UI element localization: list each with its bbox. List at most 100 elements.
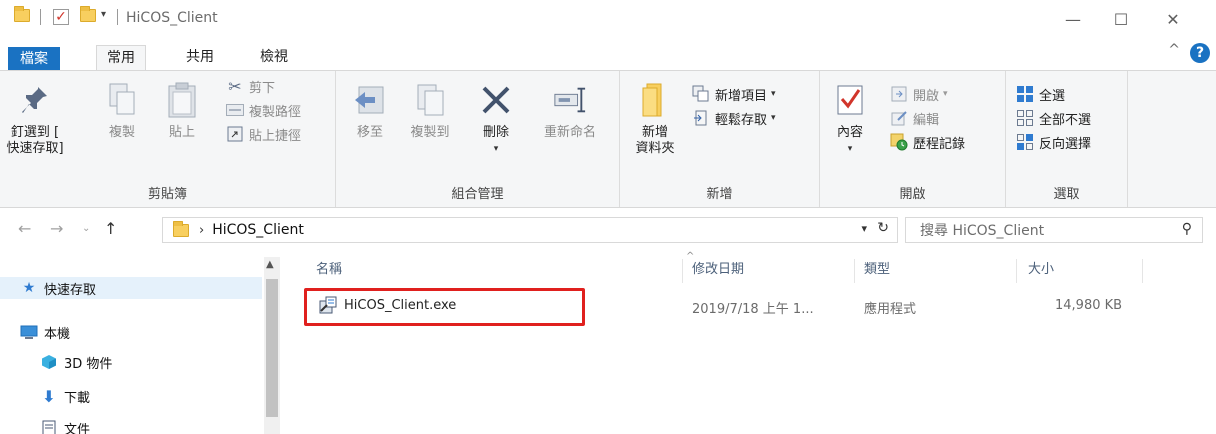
column-header-type[interactable]: 類型 bbox=[864, 257, 890, 283]
highlight-box bbox=[304, 288, 585, 326]
copy-path-button[interactable]: 複製路徑 bbox=[226, 99, 301, 121]
quick-access-dropdown-icon[interactable]: ▾ bbox=[101, 9, 106, 20]
recent-locations-chevron-icon[interactable]: ⌄ bbox=[82, 223, 90, 234]
ribbon: 釘選到 [ 快速存取] 複製 貼上 ✂ 剪下 複製路徑 貼上捷徑 剪貼簿 移至 … bbox=[0, 70, 1216, 208]
collapse-ribbon-icon[interactable]: ^ bbox=[1168, 42, 1180, 58]
copy-button[interactable]: 複製 bbox=[100, 81, 144, 141]
copy-to-icon bbox=[413, 81, 447, 119]
paste-shortcut-icon bbox=[226, 125, 244, 143]
properties-quick-icon[interactable]: ✓ bbox=[53, 9, 69, 25]
nav-item-downloads[interactable]: ⬇ 下載 bbox=[40, 385, 90, 407]
properties-button[interactable]: 內容 ▾ bbox=[828, 81, 872, 157]
open-group: 內容 ▾ 開啟 ▾ 編輯 歷程記錄 開啟 bbox=[820, 71, 1006, 207]
paste-label: 貼上 bbox=[168, 125, 195, 140]
folder-icon bbox=[173, 220, 189, 237]
easy-access-label: 輕鬆存取 bbox=[715, 112, 768, 128]
nav-item-3d-objects[interactable]: 3D 物件 bbox=[40, 351, 112, 373]
paste-button[interactable]: 貼上 bbox=[160, 81, 204, 141]
column-header-size[interactable]: 大小 bbox=[1028, 257, 1054, 283]
nav-item-label: 快速存取 bbox=[44, 282, 97, 298]
refresh-icon[interactable]: ↻ bbox=[877, 220, 889, 236]
cut-label: 剪下 bbox=[249, 80, 276, 96]
search-input[interactable]: 搜尋 HiCOS_Client ⚲ bbox=[905, 217, 1203, 243]
tab-share[interactable]: 共用 bbox=[176, 45, 224, 70]
breadcrumb-path[interactable]: HiCOS_Client bbox=[212, 222, 304, 238]
pin-label-line1: 釘選到 [ bbox=[10, 125, 60, 140]
organize-group: 移至 複製到 刪除 ▾ 重新命名 組合管理 bbox=[336, 71, 620, 207]
close-button[interactable]: ✕ bbox=[1150, 4, 1196, 34]
minimize-button[interactable]: — bbox=[1050, 4, 1096, 34]
maximize-button[interactable]: ☐ bbox=[1098, 4, 1144, 34]
cube-icon bbox=[40, 354, 58, 370]
new-item-button[interactable]: 新增項目 ▾ bbox=[692, 83, 776, 105]
nav-item-documents[interactable]: 文件 bbox=[40, 417, 90, 434]
new-folder-button[interactable]: 新增 資料夾 bbox=[630, 81, 680, 157]
column-separator[interactable] bbox=[1142, 259, 1143, 283]
column-separator[interactable] bbox=[854, 259, 855, 283]
tab-home[interactable]: 常用 bbox=[96, 45, 146, 71]
cut-button[interactable]: ✂ 剪下 bbox=[226, 75, 275, 97]
new-folder-quick-icon[interactable] bbox=[80, 6, 96, 22]
edit-label: 編輯 bbox=[913, 112, 940, 128]
scroll-up-icon[interactable]: ▲ bbox=[266, 259, 274, 270]
paste-icon bbox=[165, 81, 199, 119]
paste-shortcut-button[interactable]: 貼上捷徑 bbox=[226, 123, 301, 145]
breadcrumb-chevron-icon[interactable]: › bbox=[199, 223, 204, 238]
pin-icon bbox=[18, 81, 52, 119]
easy-access-icon bbox=[692, 109, 710, 127]
window-title: HiCOS_Client bbox=[126, 10, 218, 26]
document-icon bbox=[40, 420, 58, 434]
nav-item-label: 3D 物件 bbox=[64, 356, 113, 372]
delete-x-icon bbox=[479, 81, 513, 119]
new-group: 新增 資料夾 新增項目 ▾ 輕鬆存取 ▾ 新增 bbox=[620, 71, 820, 207]
edit-button[interactable]: 編輯 bbox=[890, 107, 939, 129]
column-header-name[interactable]: 名稱 bbox=[316, 257, 342, 283]
history-button[interactable]: 歷程記錄 bbox=[890, 131, 965, 153]
back-arrow-icon[interactable]: ← bbox=[18, 219, 31, 238]
invert-selection-button[interactable]: 反向選擇 bbox=[1016, 131, 1091, 153]
address-field[interactable]: › HiCOS_Client ▾ ↻ bbox=[162, 217, 898, 243]
nav-item-this-pc[interactable]: 本機 bbox=[20, 321, 70, 343]
file-list: 名稱 ^ 修改日期 類型 大小 HiCOS_Client.exe 2019/7/… bbox=[286, 249, 1216, 434]
copy-to-button[interactable]: 複製到 bbox=[402, 81, 458, 141]
history-label: 歷程記錄 bbox=[913, 136, 966, 152]
copy-icon bbox=[105, 81, 139, 119]
open-group-label: 開啟 bbox=[899, 187, 926, 202]
move-to-button[interactable]: 移至 bbox=[348, 81, 392, 141]
separator bbox=[40, 9, 41, 25]
address-dropdown-icon[interactable]: ▾ bbox=[861, 222, 867, 235]
pin-quick-access-button[interactable]: 釘選到 [ 快速存取] bbox=[6, 81, 64, 157]
forward-arrow-icon[interactable]: → bbox=[50, 219, 63, 238]
nav-item-quick-access[interactable]: ★ 快速存取 bbox=[0, 277, 262, 299]
help-icon[interactable]: ? bbox=[1190, 43, 1210, 63]
select-none-button[interactable]: 全部不選 bbox=[1016, 107, 1091, 129]
rename-button[interactable]: 重新命名 bbox=[532, 81, 608, 141]
clipboard-group-label: 剪貼簿 bbox=[147, 187, 187, 202]
invert-selection-icon bbox=[1016, 133, 1034, 151]
tab-view[interactable]: 檢視 bbox=[250, 45, 298, 70]
computer-icon bbox=[20, 324, 38, 340]
nav-scrollbar[interactable]: ▲ bbox=[264, 257, 280, 434]
up-arrow-icon[interactable]: ↑ bbox=[104, 219, 117, 238]
easy-access-button[interactable]: 輕鬆存取 ▾ bbox=[692, 107, 776, 129]
column-header-date[interactable]: 修改日期 bbox=[692, 257, 744, 283]
column-separator[interactable] bbox=[682, 259, 683, 283]
select-all-label: 全選 bbox=[1039, 88, 1066, 104]
tab-file[interactable]: 檔案 bbox=[8, 47, 60, 70]
new-folder-label-line1: 新增 bbox=[641, 125, 668, 140]
file-date: 2019/7/18 上午 1... bbox=[692, 302, 814, 317]
ribbon-tabs: 檔案 常用 共用 檢視 bbox=[0, 40, 1216, 71]
download-arrow-icon: ⬇ bbox=[42, 386, 56, 406]
open-button[interactable]: 開啟 ▾ bbox=[890, 83, 948, 105]
new-folder-icon bbox=[638, 81, 672, 119]
select-all-button[interactable]: 全選 bbox=[1016, 83, 1065, 105]
scrollbar-thumb[interactable] bbox=[266, 279, 278, 417]
column-separator[interactable] bbox=[1016, 259, 1017, 283]
title-bar: ✓ ▾ HiCOS_Client — ☐ ✕ bbox=[0, 0, 1216, 40]
new-item-icon bbox=[692, 85, 710, 103]
separator bbox=[117, 9, 118, 25]
paste-shortcut-label: 貼上捷徑 bbox=[249, 128, 302, 144]
chevron-down-icon: ▾ bbox=[771, 89, 776, 99]
address-bar-row: ← → ⌄ ↑ › HiCOS_Client ▾ ↻ 搜尋 HiCOS_Clie… bbox=[0, 209, 1216, 249]
delete-button[interactable]: 刪除 ▾ bbox=[474, 81, 518, 157]
